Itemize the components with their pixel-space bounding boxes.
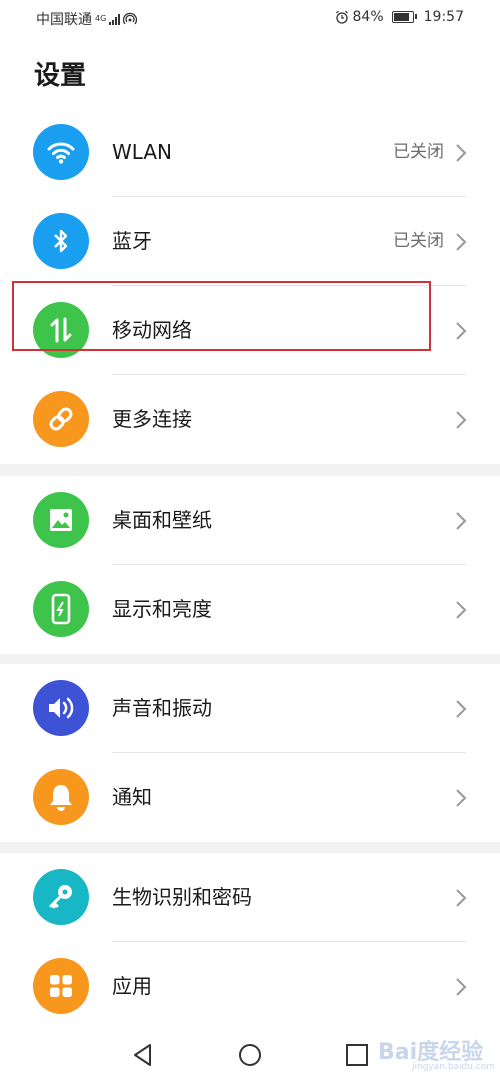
settings-item-bluetooth[interactable]: 蓝牙 已关闭: [0, 197, 500, 286]
alarm-icon: [335, 10, 348, 24]
settings-item-label: 桌面和壁纸: [112, 508, 212, 532]
chevron-right-icon: [456, 601, 467, 619]
signal-icon: [109, 13, 121, 25]
battery-percent: 84%: [352, 9, 384, 25]
wifi-icon: [33, 124, 89, 180]
settings-item-home-wallpaper[interactable]: 桌面和壁纸: [0, 476, 500, 565]
home-icon[interactable]: [237, 1042, 263, 1068]
status-bar: 中国联通 4G 84% 19:57: [0, 0, 500, 34]
bluetooth-icon: [33, 213, 89, 269]
settings-item-notifications[interactable]: 通知: [0, 753, 500, 842]
back-icon[interactable]: [130, 1042, 156, 1068]
settings-item-label: 声音和振动: [112, 696, 212, 720]
watermark: Bai度经验 jingyan.baidu.com: [374, 1030, 495, 1076]
settings-item-label: 通知: [112, 785, 152, 809]
chevron-right-icon: [456, 322, 467, 340]
sound-icon: [33, 680, 89, 736]
settings-item-wlan[interactable]: WLAN 已关闭: [0, 108, 500, 197]
settings-item-apps[interactable]: 应用: [0, 942, 500, 1031]
chevron-right-icon: [456, 978, 467, 996]
link-icon: [33, 391, 89, 447]
bell-icon: [33, 769, 89, 825]
settings-group-sound: 声音和振动 通知: [0, 664, 500, 842]
section-gap: [0, 464, 500, 476]
watermark-url: jingyan.baidu.com: [412, 1062, 496, 1072]
hotspot-icon: [123, 12, 138, 25]
chevron-right-icon: [456, 233, 467, 251]
battery-icon: [391, 11, 417, 23]
settings-item-label: 显示和亮度: [112, 597, 212, 621]
carrier-name: 中国联通: [36, 12, 92, 28]
settings-item-label: 更多连接: [112, 407, 192, 431]
status-right: 84% 19:57: [335, 9, 464, 25]
settings-item-value: 已关闭: [393, 231, 444, 251]
settings-item-more-connections[interactable]: 更多连接: [0, 375, 500, 464]
settings-group-display: 桌面和壁纸 显示和亮度: [0, 476, 500, 654]
apps-icon: [33, 958, 89, 1014]
chevron-right-icon: [456, 411, 467, 429]
network-type: 4G: [95, 14, 107, 23]
brightness-icon: [33, 581, 89, 637]
status-time: 19:57: [423, 9, 464, 25]
settings-group-security: 生物识别和密码 应用: [0, 853, 500, 1031]
settings-item-value: 已关闭: [393, 142, 444, 162]
settings-item-label: 应用: [112, 974, 152, 998]
status-left: 中国联通 4G: [36, 9, 138, 29]
highlight-box: [12, 281, 431, 351]
settings-item-label: 蓝牙: [112, 229, 152, 253]
page-title: 设置: [34, 61, 87, 91]
settings-item-display-brightness[interactable]: 显示和亮度: [0, 565, 500, 654]
settings-item-sound-vibration[interactable]: 声音和振动: [0, 664, 500, 753]
recents-icon[interactable]: [344, 1042, 370, 1068]
key-icon: [33, 869, 89, 925]
chevron-right-icon: [456, 789, 467, 807]
settings-item-biometrics-password[interactable]: 生物识别和密码: [0, 853, 500, 942]
settings-item-label: 生物识别和密码: [112, 885, 252, 909]
chevron-right-icon: [456, 144, 467, 162]
chevron-right-icon: [456, 889, 467, 907]
chevron-right-icon: [456, 512, 467, 530]
settings-item-label: WLAN: [112, 140, 173, 164]
chevron-right-icon: [456, 700, 467, 718]
wallpaper-icon: [33, 492, 89, 548]
